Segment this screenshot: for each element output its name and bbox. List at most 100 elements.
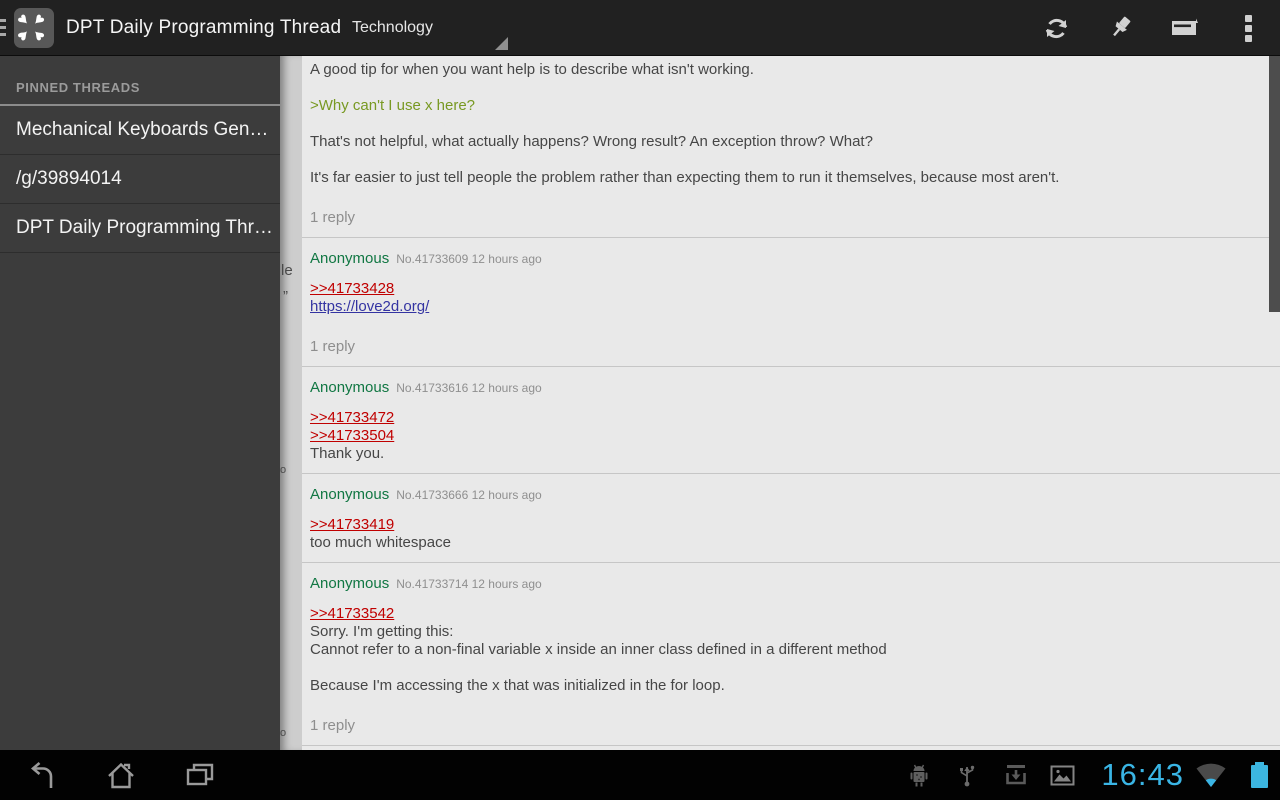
comment-line: too much whitespace	[310, 534, 451, 551]
post[interactable]: A good tip for when you want help is to …	[302, 56, 1280, 238]
battery-icon	[1251, 762, 1268, 788]
reply-icon	[1169, 15, 1199, 41]
status-clock: 16:43	[1101, 750, 1184, 800]
clover-leaf: ♥	[29, 26, 48, 45]
post-line: It's far easier to just tell people the …	[310, 169, 1266, 187]
occluded-text-fragment: o	[280, 464, 286, 476]
system-bar: 16:43	[0, 750, 1280, 800]
recents-button[interactable]	[168, 750, 232, 800]
home-button[interactable]	[89, 750, 153, 800]
post-header: Anonymous No.41733666 12 hours ago	[310, 486, 1266, 504]
poster-name: Anonymous	[310, 486, 389, 503]
board-spinner-value: Technology	[352, 0, 433, 56]
occluded-pane-sliver: le ” o o	[280, 56, 302, 750]
scrollbar-thumb[interactable]	[1269, 56, 1280, 312]
occluded-text-fragment: o	[280, 727, 286, 739]
post-header: Anonymous No.41733609 12 hours ago	[310, 250, 1266, 268]
pin-button[interactable]	[1088, 0, 1152, 56]
reply-button[interactable]	[1152, 0, 1216, 56]
drawer-item[interactable]: /g/39894014	[0, 155, 280, 204]
refresh-button[interactable]	[1024, 0, 1088, 56]
post-line: That's not helpful, what actually happen…	[310, 133, 1266, 151]
quote-link[interactable]: >>41733419	[310, 516, 394, 533]
page-title: DPT Daily Programming Thread	[66, 0, 341, 56]
recents-icon	[183, 760, 217, 790]
clover-logo-icon[interactable]: ♥ ♥ ♥ ♥	[14, 8, 54, 48]
post-header: Anonymous No.41733616 12 hours ago	[310, 379, 1266, 397]
post-number-and-time: No.41733666 12 hours ago	[396, 488, 541, 502]
drawer-items: Mechanical Keyboards Gen…/g/39894014DPT …	[0, 106, 280, 253]
post[interactable]: Anonymous No.41733666 12 hours ago>>41733…	[302, 474, 1280, 563]
poster-name: Anonymous	[310, 575, 389, 592]
post-number-and-time: No.41733609 12 hours ago	[396, 252, 541, 266]
action-bar: ♥ ♥ ♥ ♥ DPT Daily Programming Thread Tec…	[0, 0, 1280, 56]
drawer-item[interactable]: DPT Daily Programming Thr…	[0, 204, 280, 253]
comment-line: That's not helpful, what actually happen…	[310, 133, 873, 150]
external-link[interactable]: https://love2d.org/	[310, 298, 429, 315]
post-list: A good tip for when you want help is to …	[302, 56, 1280, 746]
drawer-item[interactable]: Mechanical Keyboards Gen…	[0, 106, 280, 155]
post-line: >>41733542	[310, 605, 1266, 623]
quote-link[interactable]: >>41733472	[310, 409, 394, 426]
post-line: >>41733419	[310, 516, 1266, 534]
post[interactable]: AnonymousNo.41733616 12 hours ago>>41733…	[302, 367, 1280, 474]
post-line: >>41733428	[310, 280, 1266, 298]
post[interactable]: Anonymous No.41733609 12 hours ago>>41733…	[302, 238, 1280, 367]
adb-robot-icon	[908, 750, 930, 800]
quote-link[interactable]: >>41733428	[310, 280, 394, 297]
quote-link[interactable]: >>41733504	[310, 427, 394, 444]
post-line: Thank you.	[310, 445, 1266, 463]
board-spinner[interactable]: Technology	[340, 0, 514, 56]
usb-icon	[957, 750, 977, 800]
blank-line	[310, 151, 1266, 169]
thread-pane[interactable]: A good tip for when you want help is to …	[300, 56, 1280, 750]
blank-line	[310, 79, 1266, 97]
reply-count[interactable]: 1 reply	[310, 717, 1266, 735]
post-number-and-time: No.41733616 12 hours ago	[396, 381, 541, 395]
quote-link[interactable]: >>41733542	[310, 605, 394, 622]
download-icon	[1004, 750, 1028, 800]
pin-icon	[1106, 14, 1134, 42]
back-button[interactable]	[10, 750, 74, 800]
reply-count[interactable]: 1 reply	[310, 209, 1266, 227]
blank-line	[310, 659, 1266, 677]
post-line: Sorry. I'm getting this:	[310, 623, 1266, 641]
greentext-line: >Why can't I use x here?	[310, 97, 475, 114]
clover-leaf: ♥	[13, 26, 32, 45]
poster-name: Anonymous	[310, 379, 389, 396]
comment-line: It's far easier to just tell people the …	[310, 169, 1059, 186]
post-line: >>41733472	[310, 409, 1266, 427]
wifi-icon	[1194, 750, 1228, 800]
blank-line	[310, 115, 1266, 133]
pinned-threads-drawer: PINNED THREADS Mechanical Keyboards Gen……	[0, 56, 280, 750]
action-bar-actions	[1024, 0, 1280, 56]
home-icon	[105, 760, 137, 790]
clover-leaf: ♥	[29, 10, 48, 29]
comment-line: Sorry. I'm getting this:	[310, 623, 453, 640]
comment-line: Cannot refer to a non-final variable x i…	[310, 641, 887, 658]
post[interactable]: Anonymous No.41733714 12 hours ago>>41733…	[302, 563, 1280, 746]
post-line: Cannot refer to a non-final variable x i…	[310, 641, 1266, 659]
reply-count[interactable]: 1 reply	[310, 338, 1266, 356]
comment-line: Because I'm accessing the x that was ini…	[310, 677, 725, 694]
screenshot-image-icon	[1050, 750, 1075, 800]
drawer-toggle-icon[interactable]	[0, 19, 6, 40]
post-line: A good tip for when you want help is to …	[310, 61, 1266, 79]
refresh-icon	[1043, 15, 1070, 42]
back-icon	[26, 760, 58, 790]
post-line: >Why can't I use x here?	[310, 97, 1266, 115]
poster-name: Anonymous	[310, 250, 389, 267]
occluded-text-fragment: le	[281, 262, 293, 279]
post-line: >>41733504	[310, 427, 1266, 445]
post-line: too much whitespace	[310, 534, 1266, 552]
overflow-button[interactable]	[1216, 0, 1280, 56]
occluded-text-fragment: ”	[283, 288, 288, 305]
post-number-and-time: No.41733714 12 hours ago	[396, 577, 541, 591]
drawer-header: PINNED THREADS	[0, 56, 280, 106]
clover-leaf: ♥	[13, 10, 32, 29]
overflow-icon	[1245, 12, 1252, 45]
post-header: Anonymous No.41733714 12 hours ago	[310, 575, 1266, 593]
screen: ♥ ♥ ♥ ♥ DPT Daily Programming Thread Tec…	[0, 0, 1280, 800]
post-line: Because I'm accessing the x that was ini…	[310, 677, 1266, 695]
comment-line: A good tip for when you want help is to …	[310, 61, 754, 78]
